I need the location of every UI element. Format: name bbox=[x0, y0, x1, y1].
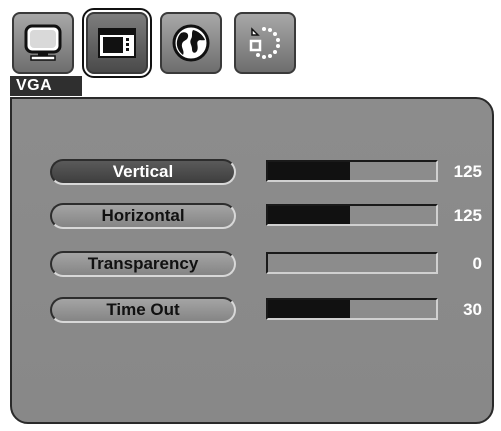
tab-osd[interactable] bbox=[82, 8, 152, 78]
time-out-button[interactable]: Time Out bbox=[50, 297, 236, 323]
vertical-level-fill bbox=[268, 162, 351, 180]
source-label: VGA bbox=[10, 76, 82, 96]
transparency-level-bar[interactable] bbox=[266, 252, 438, 274]
time-out-level-bar[interactable] bbox=[266, 298, 438, 320]
reset-dots-icon bbox=[243, 21, 287, 65]
tab-language[interactable] bbox=[160, 12, 222, 74]
vertical-level-bar[interactable] bbox=[266, 160, 438, 182]
horizontal-level-bar[interactable] bbox=[266, 204, 438, 226]
osd-screen: VGA Vertical 125 Horizontal 125 Transpar… bbox=[0, 0, 501, 431]
tab-reset[interactable] bbox=[234, 12, 296, 74]
tab-picture[interactable] bbox=[12, 12, 74, 74]
vertical-button[interactable]: Vertical bbox=[50, 159, 236, 185]
vertical-value: 125 bbox=[453, 162, 482, 181]
horizontal-level-fill bbox=[268, 206, 351, 224]
horizontal-value: 125 bbox=[453, 206, 482, 225]
transparency-button[interactable]: Transparency bbox=[50, 251, 236, 277]
transparency-value: 0 bbox=[472, 254, 482, 273]
settings-panel: Vertical 125 Horizontal 125 Transparency… bbox=[10, 97, 494, 424]
time-out-value: 30 bbox=[463, 300, 482, 319]
time-out-level-fill bbox=[268, 300, 351, 318]
monitor-icon bbox=[21, 21, 65, 65]
osd-window-icon bbox=[95, 21, 139, 65]
globe-icon bbox=[169, 21, 213, 65]
horizontal-button[interactable]: Horizontal bbox=[50, 203, 236, 229]
